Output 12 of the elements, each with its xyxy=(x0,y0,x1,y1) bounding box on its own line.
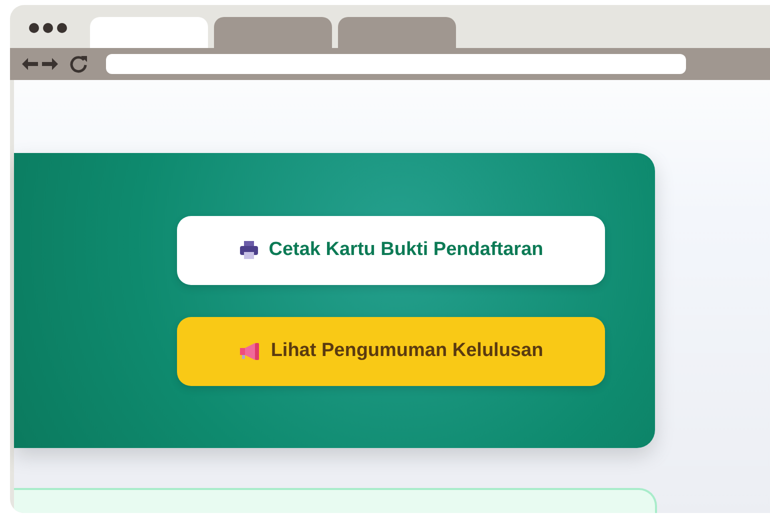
reload-icon[interactable] xyxy=(70,55,88,73)
announcement-button[interactable]: Lihat Pengumuman Kelulusan xyxy=(177,316,605,386)
browser-tab[interactable] xyxy=(338,17,456,48)
forward-arrow-icon[interactable] xyxy=(42,58,58,70)
address-bar[interactable] xyxy=(106,54,686,74)
printer-icon xyxy=(238,240,259,260)
browser-tab[interactable] xyxy=(214,17,332,48)
megaphone-icon xyxy=(238,341,261,361)
browser-tab[interactable] xyxy=(90,17,208,48)
back-arrow-icon[interactable] xyxy=(22,58,38,70)
print-card-button[interactable]: Cetak Kartu Bukti Pendaftaran xyxy=(177,216,605,284)
window-dots-icon xyxy=(28,22,68,34)
